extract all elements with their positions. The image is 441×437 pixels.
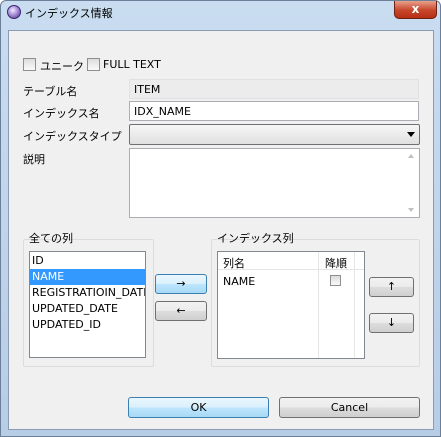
desc-checkbox[interactable] — [330, 275, 341, 286]
cancel-label: Cancel — [330, 401, 369, 414]
remove-column-button[interactable]: ← — [155, 301, 207, 321]
list-item-selected[interactable]: NAME — [30, 269, 145, 285]
close-icon: x — [411, 2, 420, 16]
scroll-down-icon — [408, 208, 414, 212]
scroll-up-icon — [408, 154, 414, 158]
all-columns-label: 全ての列 — [29, 232, 73, 245]
arrow-up-icon: ↑ — [386, 280, 397, 293]
title-bar[interactable]: インデックス情報 x — [1, 1, 440, 23]
arrow-right-icon: → — [176, 277, 186, 290]
table-name-label: テーブル名 — [23, 85, 78, 98]
list-item[interactable]: UPDATED_DATE — [30, 301, 145, 317]
index-name-input[interactable]: IDX_NAME — [129, 101, 419, 121]
unique-checkbox[interactable] — [23, 58, 36, 71]
index-name-label: インデックス名 — [23, 107, 100, 120]
add-column-button[interactable]: → — [155, 274, 207, 294]
ok-button[interactable]: OK — [128, 397, 269, 418]
table-name-field: ITEM — [129, 79, 419, 99]
description-scrollbar[interactable] — [404, 149, 419, 217]
arrow-left-icon: ← — [176, 304, 186, 317]
grid-row-name[interactable]: NAME — [223, 275, 255, 288]
column-header-desc[interactable]: 降順 — [325, 255, 347, 271]
description-textarea[interactable] — [129, 148, 420, 218]
all-columns-list[interactable]: ID NAME REGISTRATIOIN_DATE UPDATED_DATE … — [29, 251, 146, 358]
list-item[interactable]: ID — [30, 253, 145, 269]
cancel-button[interactable]: Cancel — [279, 397, 420, 418]
move-up-button[interactable]: ↑ — [369, 277, 414, 297]
column-header-name[interactable]: 列名 — [223, 255, 245, 271]
window-title: インデックス情報 — [25, 7, 113, 20]
list-item[interactable]: REGISTRATIOIN_DATE — [30, 285, 145, 301]
grid-header: 列名 降順 — [218, 252, 364, 270]
unique-label: ユニーク — [40, 60, 84, 73]
arrow-down-icon: ↓ — [386, 316, 397, 329]
dialog-body: ユニーク FULL TEXT テーブル名 ITEM インデックス名 IDX_NA… — [8, 30, 434, 430]
fulltext-checkbox[interactable] — [87, 58, 100, 71]
list-item[interactable]: UPDATED_ID — [30, 317, 145, 333]
app-icon — [7, 5, 21, 19]
close-button[interactable]: x — [394, 1, 437, 19]
fulltext-label: FULL TEXT — [103, 58, 161, 71]
index-type-label: インデックスタイプ — [23, 130, 122, 143]
description-label: 説明 — [23, 153, 45, 166]
index-columns-label: インデックス列 — [217, 232, 294, 245]
chevron-down-icon — [407, 132, 415, 137]
column-divider — [354, 252, 355, 358]
move-down-button[interactable]: ↓ — [369, 313, 414, 333]
ok-label: OK — [190, 401, 207, 414]
index-type-select[interactable] — [129, 124, 420, 145]
column-divider — [318, 252, 319, 358]
index-info-dialog: インデックス情報 x ユニーク FULL TEXT テーブル名 ITEM インデ… — [0, 0, 441, 437]
index-columns-grid[interactable]: 列名 降順 NAME — [217, 251, 365, 359]
